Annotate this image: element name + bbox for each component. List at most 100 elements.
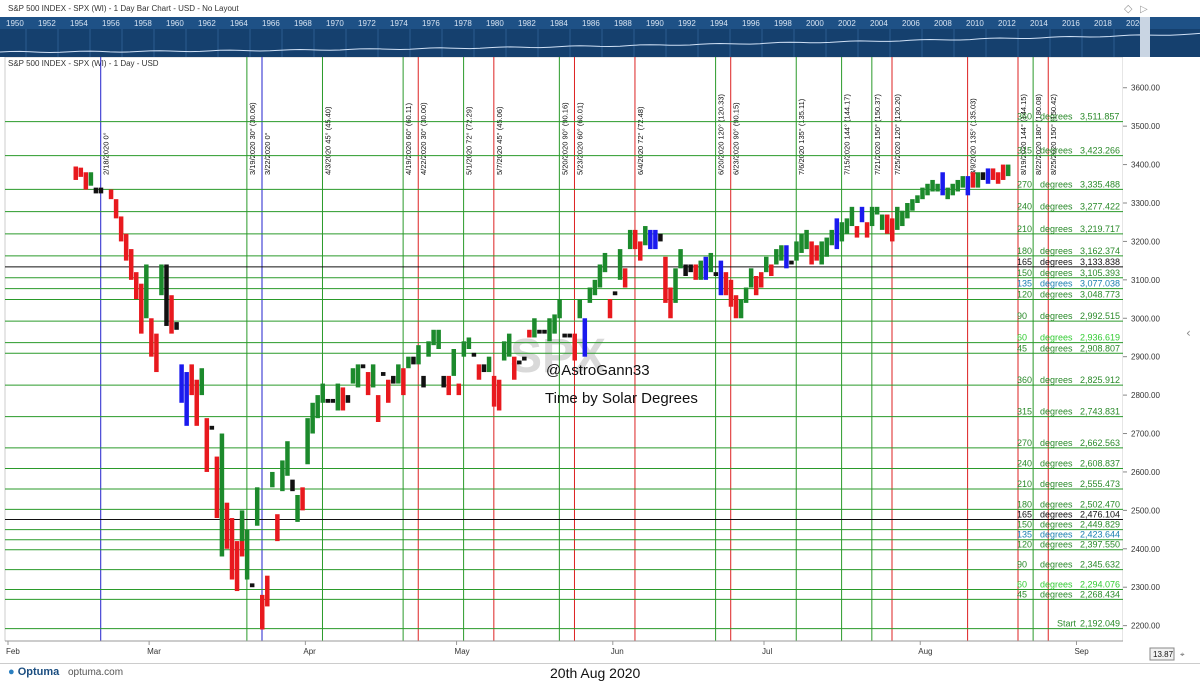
price-tick-label: 3600.00 xyxy=(1131,84,1160,93)
level-price-label: 3,162.374 xyxy=(1080,246,1120,256)
price-bar xyxy=(315,395,320,419)
month-label: May xyxy=(455,647,470,656)
price-bar xyxy=(809,241,814,265)
price-bar xyxy=(441,375,446,388)
level-price-label: 3,077.038 xyxy=(1080,279,1120,289)
level-degree-label: 90 xyxy=(1017,311,1027,321)
price-bar xyxy=(391,375,396,384)
timeline-year-label: 2004 xyxy=(870,19,888,28)
level-degree-label: 135 xyxy=(1017,279,1032,289)
price-bar xyxy=(693,264,698,280)
price-bar xyxy=(985,168,991,184)
level-degree-word: degrees xyxy=(1040,438,1073,448)
price-bar xyxy=(290,479,295,492)
price-bar xyxy=(557,299,562,319)
price-bar xyxy=(627,229,633,250)
price-bar xyxy=(915,195,920,203)
price-bar xyxy=(461,341,467,357)
price-chart: S&P 500 INDEX - SPX (WI) - 1 Day - USDSP… xyxy=(0,57,1200,663)
price-bar xyxy=(501,341,507,361)
level-degree-word: degrees xyxy=(1040,510,1073,520)
timeline-year-label: 1978 xyxy=(454,19,472,28)
timeline-year-label: 1986 xyxy=(582,19,600,28)
price-bar xyxy=(194,379,199,426)
price-bar xyxy=(73,166,79,180)
timeline-navigator[interactable]: S&P 500 INDEX - SPX (WI) - 1 Day Bar Cha… xyxy=(0,0,1200,57)
price-bar xyxy=(386,379,391,403)
annotation-handle: @AstroGann33 xyxy=(546,362,650,379)
level-price-label: 3,423.266 xyxy=(1080,146,1120,156)
level-degree-word: degrees xyxy=(1040,520,1073,530)
price-bar xyxy=(884,214,890,234)
price-bar xyxy=(365,372,371,396)
price-tick-label: 2500.00 xyxy=(1131,506,1160,515)
level-degree-label: 90 xyxy=(1017,560,1027,570)
price-bar xyxy=(456,383,462,396)
timeline-year-label: 1954 xyxy=(70,19,88,28)
price-bar xyxy=(275,514,280,542)
price-bar xyxy=(824,237,829,257)
price-bar xyxy=(900,210,905,227)
level-degree-word: degrees xyxy=(1040,375,1073,385)
price-bar xyxy=(345,395,351,403)
price-bar xyxy=(406,356,411,369)
level-degree-word: degrees xyxy=(1040,499,1073,509)
price-bar xyxy=(975,172,981,188)
price-bar xyxy=(638,241,643,261)
level-degree-label: 180 xyxy=(1017,246,1032,256)
time-line-label: 5/20/2020 90° (90.16) xyxy=(560,102,569,175)
pin-icon[interactable]: ⌖ xyxy=(1180,650,1185,659)
level-degree-label: 270 xyxy=(1017,438,1032,448)
level-degree-word: degrees xyxy=(1040,579,1073,589)
price-bar xyxy=(844,218,850,234)
price-tick-label: 3100.00 xyxy=(1131,276,1160,285)
price-bar xyxy=(869,206,875,227)
price-bar xyxy=(743,287,749,303)
price-bar xyxy=(280,460,285,492)
price-bar xyxy=(859,206,865,223)
level-degree-label: 360 xyxy=(1017,375,1032,385)
time-line-label: 7/15/2020 144° (144.17) xyxy=(843,94,852,175)
price-bar xyxy=(718,260,724,296)
price-bar xyxy=(88,172,94,186)
timeline-year-label: 1988 xyxy=(614,19,632,28)
price-bar xyxy=(945,187,950,200)
price-bar xyxy=(486,356,492,373)
price-bar xyxy=(925,183,930,196)
timeline-year-label: 2012 xyxy=(998,19,1016,28)
level-degree-label: 150 xyxy=(1017,520,1032,530)
price-bar xyxy=(98,187,104,194)
month-label: Jun xyxy=(611,647,624,656)
price-bar xyxy=(300,487,305,511)
price-bar xyxy=(330,398,336,403)
annotation-subtitle: Time by Solar Degrees xyxy=(545,390,698,407)
diamond-icon[interactable]: ◇ xyxy=(1124,2,1133,15)
price-bar xyxy=(970,172,976,188)
price-bar xyxy=(592,279,598,296)
arrow-right-icon[interactable]: ▷ xyxy=(1140,4,1148,15)
price-bar xyxy=(854,226,860,238)
price-bar xyxy=(527,329,532,338)
price-bar xyxy=(632,229,638,250)
price-bar xyxy=(249,583,255,588)
collapse-panel-icon[interactable]: ‹ xyxy=(1186,326,1191,340)
date-axis[interactable] xyxy=(0,641,1200,663)
level-price-label: 3,219.717 xyxy=(1080,224,1120,234)
price-bar xyxy=(350,368,356,384)
level-degree-word: degrees xyxy=(1040,246,1073,256)
level-price-label: 2,476.104 xyxy=(1080,510,1120,520)
timeline-year-label: 1950 xyxy=(6,19,24,28)
time-line-label: 6/23/2020 90° (90.15) xyxy=(732,102,741,175)
price-bar xyxy=(335,383,341,411)
level-degree-label: 60 xyxy=(1017,333,1027,343)
price-bar xyxy=(567,333,572,338)
price-bar xyxy=(668,287,673,319)
level-degree-label: 120 xyxy=(1017,540,1032,550)
price-bar xyxy=(199,368,205,396)
timeline-scroll-handle[interactable] xyxy=(1140,17,1150,57)
price-bar xyxy=(829,229,835,246)
level-degree-label: 150 xyxy=(1017,268,1032,278)
zoom-level: 13.87 xyxy=(1153,650,1174,659)
price-bar xyxy=(764,256,769,273)
month-label: Aug xyxy=(918,647,932,656)
